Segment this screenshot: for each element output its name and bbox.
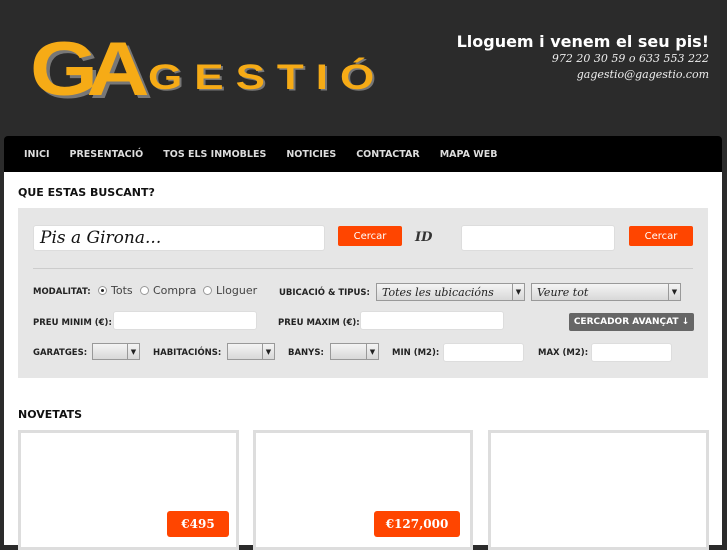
min-m2-label: MIN (M2):: [392, 348, 440, 358]
radio-icon[interactable]: [98, 286, 107, 295]
advanced-search-button[interactable]: CERCADOR AVANÇAT ↓: [569, 313, 694, 331]
id-search-button[interactable]: Cercar: [629, 226, 693, 246]
tipus-value: Veure tot: [537, 285, 589, 299]
preu-max-input[interactable]: [360, 311, 504, 330]
radio-tots[interactable]: Tots: [98, 284, 133, 297]
divider: [33, 268, 693, 269]
habitacions-select[interactable]: ▼: [227, 343, 275, 360]
novetats-title: NOVETATS: [18, 408, 83, 421]
chevron-down-icon: ▼: [127, 344, 139, 359]
email: gagestio@gagestio.com: [576, 68, 709, 81]
min-m2-input[interactable]: [443, 343, 524, 362]
nav-inici[interactable]: INICI: [24, 149, 50, 160]
nav-noticies[interactable]: NOTICIES: [286, 149, 336, 160]
garatges-label: GARATGES:: [33, 348, 88, 358]
chevron-down-icon: ▼: [366, 344, 378, 359]
nav-contactar[interactable]: CONTACTAR: [356, 149, 419, 160]
preu-min-input[interactable]: [113, 311, 257, 330]
price-badge: €127,000: [374, 511, 460, 537]
max-m2-label: MAX (M2):: [538, 348, 589, 358]
nav-mapa-web[interactable]: MAPA WEB: [440, 149, 498, 160]
search-title: QUE ESTAS BUSCANT?: [18, 186, 155, 199]
max-m2-input[interactable]: [591, 343, 672, 362]
logo-mark[interactable]: GA: [30, 32, 150, 108]
search-button[interactable]: Cercar: [338, 226, 402, 246]
banys-label: BANYS:: [288, 348, 324, 358]
chevron-down-icon: ▼: [512, 284, 524, 300]
radio-icon[interactable]: [140, 286, 149, 295]
nav-inmobles[interactable]: TOS ELS INMOBLES: [163, 149, 266, 160]
habitacions-label: HABITACIÓNS:: [153, 348, 222, 358]
logo-text[interactable]: GESTIÓ: [148, 60, 386, 95]
id-input[interactable]: [461, 225, 615, 251]
ubicacio-label: UBICACIÓ & TIPUS:: [279, 288, 370, 298]
chevron-down-icon: ▼: [668, 284, 680, 300]
garatges-select[interactable]: ▼: [92, 343, 140, 360]
radio-icon[interactable]: [203, 286, 212, 295]
preu-max-label: PREU MAXIM (€):: [278, 318, 360, 328]
radio-lloguer[interactable]: Lloguer: [203, 284, 257, 297]
radio-label: Tots: [111, 284, 133, 297]
radio-label: Compra: [153, 284, 197, 297]
modalitat-label: MODALITAT:: [33, 287, 91, 297]
property-card[interactable]: [488, 430, 709, 550]
tagline: Lloguem i venem el seu pis!: [456, 32, 709, 51]
preu-min-label: PREU MINIM (€):: [33, 318, 112, 328]
price-badge: €495: [167, 511, 229, 537]
id-label: ID: [415, 230, 433, 245]
ubicacio-value: Totes les ubicacións: [382, 285, 494, 299]
phone: 972 20 30 59 o 633 553 222: [551, 52, 709, 65]
radio-compra[interactable]: Compra: [140, 284, 196, 297]
chevron-down-icon: ▼: [262, 344, 274, 359]
tipus-select[interactable]: Veure tot ▼: [531, 283, 681, 301]
nav-presentacio[interactable]: PRESENTACIÓ: [70, 149, 144, 160]
radio-label: Lloguer: [216, 284, 258, 297]
main-nav: INICI PRESENTACIÓ TOS ELS INMOBLES NOTIC…: [4, 136, 722, 172]
ubicacio-select[interactable]: Totes les ubicacións ▼: [376, 283, 525, 301]
banys-select[interactable]: ▼: [330, 343, 379, 360]
search-input[interactable]: Pis a Girona...: [33, 225, 325, 251]
